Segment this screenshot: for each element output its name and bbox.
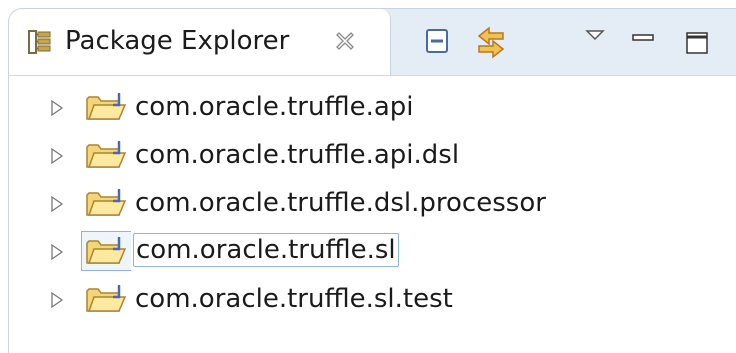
collapse-all-button[interactable] — [417, 25, 457, 59]
project-folder-icon — [85, 235, 127, 267]
link-with-editor-button[interactable] — [471, 25, 511, 59]
tree-item-label: com.oracle.truffle.dsl.processor — [135, 188, 546, 218]
view-menu-button[interactable] — [575, 25, 615, 59]
view-tab-bar: Package Explorer — [9, 9, 736, 76]
expand-arrow-icon[interactable] — [49, 99, 65, 117]
minimize-icon — [632, 34, 654, 41]
tab-label: Package Explorer — [65, 26, 290, 56]
project-folder-icon — [85, 91, 127, 123]
tree-item[interactable]: com.oracle.truffle.sl.test — [9, 279, 736, 319]
maximize-button[interactable] — [677, 25, 717, 59]
project-folder-icon — [85, 283, 127, 315]
tree-item[interactable]: com.oracle.truffle.api — [9, 87, 736, 127]
tree-item[interactable]: com.oracle.truffle.api.dsl — [9, 135, 736, 175]
link-arrows-icon — [477, 26, 505, 59]
project-folder-icon — [85, 139, 127, 171]
maximize-icon — [686, 32, 708, 54]
collapse-all-icon — [426, 29, 448, 53]
close-icon[interactable] — [333, 29, 357, 53]
expand-arrow-icon[interactable] — [49, 291, 65, 309]
triangle-down-icon — [585, 30, 605, 41]
project-folder-icon — [85, 187, 127, 219]
package-tree: com.oracle.truffle.api com.oracle.truffl… — [9, 75, 736, 353]
package-explorer-view: Package Explorer com.oracle.truffle.api … — [8, 8, 736, 353]
package-explorer-icon — [27, 29, 53, 55]
expand-arrow-icon[interactable] — [49, 147, 65, 165]
tree-item-label: com.oracle.truffle.api — [135, 92, 414, 122]
minimize-button[interactable] — [623, 25, 663, 59]
package-explorer-tab[interactable]: Package Explorer — [9, 9, 391, 75]
tree-item[interactable]: com.oracle.truffle.dsl.processor — [9, 183, 736, 223]
expand-arrow-icon[interactable] — [49, 243, 65, 261]
tree-item-label: com.oracle.truffle.api.dsl — [135, 140, 460, 170]
expand-arrow-icon[interactable] — [49, 195, 65, 213]
tree-item-label: com.oracle.truffle.sl.test — [135, 284, 453, 314]
tree-item-selected[interactable]: com.oracle.truffle.sl — [9, 231, 736, 271]
tree-item-label: com.oracle.truffle.sl — [133, 233, 399, 267]
